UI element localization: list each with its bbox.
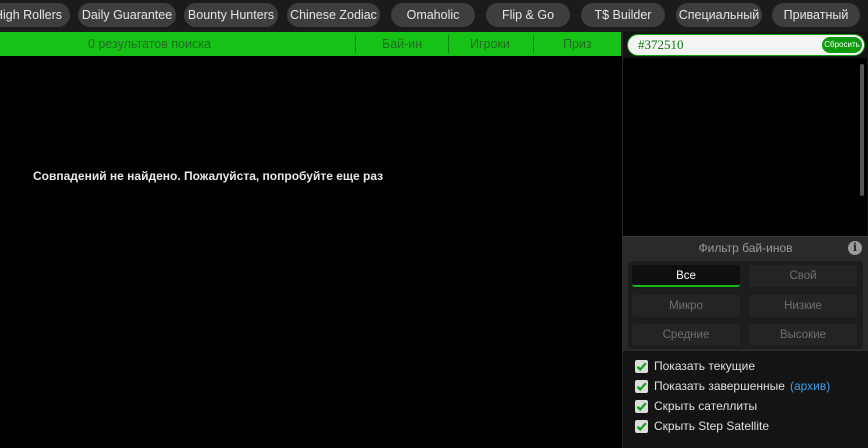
no-results-message: Совпадений не найдено. Пожалуйста, попро… <box>33 169 384 183</box>
checkmark-icon <box>636 421 647 431</box>
tab-chinese-zodiac[interactable]: Chinese Zodiac <box>287 3 380 27</box>
tab-ts-builder[interactable]: T$ Builder <box>581 3 665 27</box>
filter-low-button[interactable]: Низкие <box>749 295 857 317</box>
column-header-buyin[interactable]: Бай-ин <box>382 32 422 56</box>
show-finished-checkbox[interactable] <box>635 379 648 393</box>
filter-custom-button[interactable]: Свой <box>749 265 857 287</box>
reset-button[interactable]: Сбросить <box>822 37 862 53</box>
tab-daily-guarantee[interactable]: Daily Guarantee <box>78 3 176 27</box>
option-hide-step-satellite: Скрыть Step Satellite <box>635 417 769 435</box>
column-divider <box>533 35 534 53</box>
option-show-current: Показать текущие <box>635 357 755 375</box>
buyin-filter-title: Фильтр бай-инов <box>698 241 793 255</box>
results-header: 0 результатов поиска Бай-ин Игроки Приз <box>0 32 621 56</box>
search-input[interactable] <box>638 36 818 54</box>
tab-high-rollers[interactable]: High Rollers <box>0 3 70 27</box>
hide-satellites-checkbox[interactable] <box>635 399 648 413</box>
tournament-category-tabs: High Rollers Daily Guarantee Bounty Hunt… <box>0 0 868 32</box>
column-divider <box>448 35 449 53</box>
show-current-checkbox[interactable] <box>635 359 648 373</box>
hide-step-satellite-label: Скрыть Step Satellite <box>654 419 770 433</box>
option-show-finished: Показать завершенные (архив) <box>635 377 830 395</box>
column-header-players[interactable]: Игроки <box>470 32 510 56</box>
tab-private[interactable]: Приватный <box>772 3 860 27</box>
search-results-panel <box>623 58 867 236</box>
info-icon[interactable]: i <box>848 241 862 255</box>
tab-flip-and-go[interactable]: Flip & Go <box>486 3 570 27</box>
show-finished-label: Показать завершенные <box>654 379 785 393</box>
buyin-filter-panel: Фильтр бай-инов i Все Свой Микро Низкие … <box>623 236 868 351</box>
tab-special[interactable]: Специальный <box>676 3 762 27</box>
column-divider <box>355 35 356 53</box>
checkmark-icon <box>636 381 647 391</box>
right-panel: Сбросить Фильтр бай-инов i Все Свой Микр… <box>622 32 868 448</box>
archive-link[interactable]: (архив) <box>790 379 830 393</box>
search-box: Сбросить <box>627 34 865 56</box>
filter-high-button[interactable]: Высокие <box>749 324 857 346</box>
scrollbar[interactable] <box>860 64 864 196</box>
hide-step-satellite-checkbox[interactable] <box>635 419 648 433</box>
hide-satellites-label: Скрыть сателлиты <box>654 399 758 413</box>
filter-all-button[interactable]: Все <box>632 265 740 287</box>
results-list: Совпадений не найдено. Пожалуйста, попро… <box>0 56 621 448</box>
option-hide-satellites: Скрыть сателлиты <box>635 397 757 415</box>
checkmark-icon <box>636 401 647 411</box>
results-count: 0 результатов поиска <box>88 37 212 51</box>
filter-medium-button[interactable]: Средние <box>632 324 740 346</box>
buyin-filter-grid: Все Свой Микро Низкие Средние Высокие <box>628 261 863 349</box>
column-header-prize[interactable]: Приз <box>563 32 592 56</box>
tab-bounty-hunters[interactable]: Bounty Hunters <box>184 3 278 27</box>
checkmark-icon <box>636 361 647 371</box>
tab-omaholic[interactable]: Omaholic <box>391 3 475 27</box>
filter-micro-button[interactable]: Микро <box>632 295 740 317</box>
show-current-label: Показать текущие <box>654 359 756 373</box>
